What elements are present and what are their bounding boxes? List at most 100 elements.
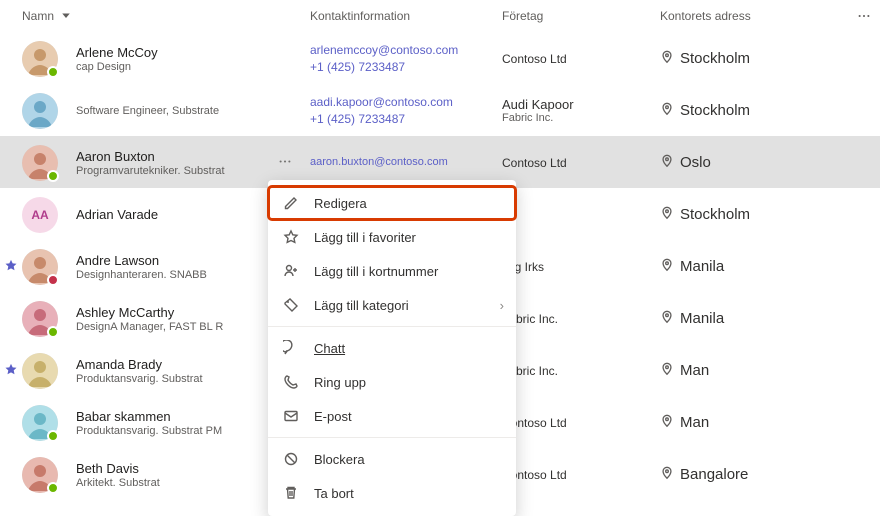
cell-name: Amanda BradyProduktansvarig. Substrat [22, 353, 310, 389]
location-pin-icon [660, 102, 674, 120]
cell-office: Bangalore [660, 466, 880, 484]
menu-speed-label: Lägg till i kortnummer [314, 264, 438, 279]
cell-office: Man [660, 414, 880, 432]
contact-email[interactable]: aaron.buxton@contoso.com [310, 155, 502, 170]
location-pin-icon [660, 414, 674, 432]
contact-name: Andre Lawson [76, 253, 207, 268]
row-more-button[interactable] [278, 154, 292, 171]
avatar[interactable] [22, 93, 58, 129]
table-row[interactable]: Arlene McCoycap Designarlenemccoy@contos… [0, 32, 880, 84]
favorite-star-icon [4, 362, 18, 379]
cell-name: Software Engineer, Substrate [22, 93, 310, 129]
location-pin-icon [660, 362, 674, 380]
cell-office: Stockholm [660, 206, 880, 224]
location-pin-icon [660, 154, 674, 172]
location-pin-icon [660, 206, 674, 224]
cell-name: Aaron BuxtonProgramvarutekniker. Substra… [22, 145, 310, 181]
contact-subtitle: Designhanteraren. SNABB [76, 269, 207, 281]
contact-subtitle: Produktansvarig. Substrat PM [76, 425, 222, 437]
contact-subtitle: DesignA Manager, FAST BL R [76, 321, 223, 333]
cell-office: Oslo [660, 154, 880, 172]
cell-office: Stockholm [660, 102, 880, 120]
menu-add-speeddial[interactable]: Lägg till i kortnummer [268, 254, 516, 288]
table-row[interactable]: Software Engineer, Substrate aadi.kapoor@… [0, 84, 880, 136]
contact-name: Aaron Buxton [76, 149, 225, 164]
menu-chat[interactable]: Chatt [268, 331, 516, 365]
menu-block-label: Blockera [314, 452, 365, 467]
favorite-star-icon [4, 258, 18, 275]
menu-call[interactable]: Ring upp [268, 365, 516, 399]
chat-icon [282, 340, 300, 356]
menu-cat-label: Lägg till kategori [314, 298, 409, 313]
presence-indicator [47, 170, 59, 182]
header-name-label: Namn [22, 9, 54, 23]
office-city: Man [680, 414, 709, 431]
contact-name: Babar skammen [76, 409, 222, 424]
cell-company: Audi KapoorFabric Inc. [502, 97, 660, 124]
avatar[interactable] [22, 249, 58, 285]
presence-indicator [47, 430, 59, 442]
mail-icon [282, 408, 300, 424]
trash-icon [282, 485, 300, 501]
cell-name: Arlene McCoycap Design [22, 41, 310, 77]
menu-add-favorite[interactable]: Lägg till i favoriter [268, 220, 516, 254]
menu-email[interactable]: E-post [268, 399, 516, 433]
avatar[interactable] [22, 301, 58, 337]
cell-company: Tyg Irks [502, 259, 660, 274]
avatar[interactable] [22, 457, 58, 493]
presence-indicator [47, 326, 59, 338]
location-pin-icon [660, 50, 674, 68]
cell-name: AAAdrian Varade [22, 197, 310, 233]
cell-contact: arlenemccoy@contoso.com+1 (425) 7233487 [310, 42, 502, 76]
cell-company: Contoso Ltd [502, 467, 660, 482]
menu-edit[interactable]: Redigera [268, 186, 516, 220]
cell-office: Manila [660, 310, 880, 328]
menu-separator [268, 437, 516, 438]
menu-delete[interactable]: Ta bort [268, 476, 516, 510]
menu-add-category[interactable]: Lägg till kategori › [268, 288, 516, 322]
menu-delete-label: Ta bort [314, 486, 354, 501]
sort-down-icon [60, 9, 72, 24]
avatar[interactable] [22, 405, 58, 441]
location-pin-icon [660, 258, 674, 276]
avatar[interactable] [22, 41, 58, 77]
cell-name: Babar skammenProduktansvarig. Substrat P… [22, 405, 310, 441]
header-company[interactable]: Företag [502, 9, 660, 23]
contact-name: Amanda Brady [76, 357, 203, 372]
pencil-icon [282, 195, 300, 211]
cell-name: Ashley McCarthyDesignA Manager, FAST BL … [22, 301, 310, 337]
tag-icon [282, 297, 300, 313]
person-plus-icon [282, 263, 300, 279]
office-city: Bangalore [680, 466, 748, 483]
contact-email[interactable]: aadi.kapoor@contoso.com [310, 94, 502, 111]
office-city: Stockholm [680, 206, 750, 223]
office-city: Stockholm [680, 102, 750, 119]
avatar[interactable] [22, 145, 58, 181]
location-pin-icon [660, 466, 674, 484]
header-contact[interactable]: Kontaktinformation [310, 9, 502, 23]
chevron-right-icon: › [500, 298, 504, 313]
avatar[interactable]: AA [22, 197, 58, 233]
header-name[interactable]: Namn [22, 9, 310, 24]
office-city: Manila [680, 258, 724, 275]
contact-phone[interactable]: +1 (425) 7233487 [310, 111, 502, 128]
block-icon [282, 451, 300, 467]
cell-office: Manila [660, 258, 880, 276]
cell-office: Man [660, 362, 880, 380]
presence-indicator [47, 274, 59, 286]
office-city: Oslo [680, 154, 711, 171]
avatar-initials: AA [22, 197, 58, 233]
avatar[interactable] [22, 353, 58, 389]
contact-subtitle: Software Engineer, Substrate [76, 105, 219, 117]
menu-block[interactable]: Blockera [268, 442, 516, 476]
cell-contact: aaron.buxton@contoso.com [310, 155, 502, 170]
contact-subtitle: Arkitekt. Substrat [76, 477, 160, 489]
contact-email[interactable]: arlenemccoy@contoso.com [310, 42, 502, 59]
header-office[interactable]: Kontorets adress [660, 9, 848, 23]
office-city: Stockholm [680, 50, 750, 67]
contact-phone[interactable]: +1 (425) 7233487 [310, 59, 502, 76]
office-city: Man [680, 362, 709, 379]
presence-indicator [47, 482, 59, 494]
star-icon [282, 229, 300, 245]
header-more-button[interactable] [848, 9, 880, 23]
